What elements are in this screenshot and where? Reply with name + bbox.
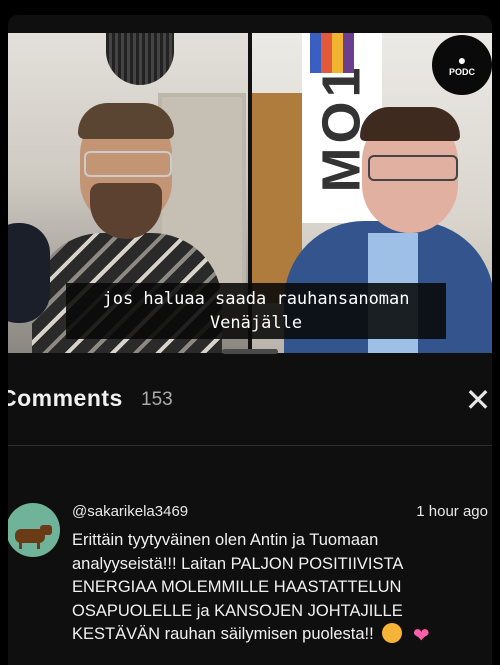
ceiling-lamp xyxy=(106,33,174,85)
app-frame: MO1 ● PODC jos haluaa saada rauhansanoma… xyxy=(8,15,492,665)
host-hair xyxy=(360,107,460,141)
comment-author[interactable]: @sakarikela3469 xyxy=(72,503,188,520)
comment-time: 1 hour ago xyxy=(416,503,488,520)
comment-text-block: Erittäin tyytyväinen olen Antin ja Tuoma… xyxy=(72,529,486,649)
divider xyxy=(8,445,492,446)
growing-heart-icon: ❤ xyxy=(412,625,430,647)
podcast-logo: ● PODC xyxy=(432,35,492,95)
avatar[interactable] xyxy=(8,503,60,557)
podcast-icon: ● xyxy=(457,52,467,68)
wall-sign-colors xyxy=(310,33,354,73)
podcast-label: PODC xyxy=(448,67,475,77)
video-player[interactable]: MO1 ● PODC jos haluaa saada rauhansanoma… xyxy=(8,33,492,353)
close-icon: ✕ xyxy=(464,382,492,418)
comments-count: 153 xyxy=(141,389,173,410)
comments-header: Comments 153 ✕ xyxy=(8,384,492,425)
microphone xyxy=(8,223,50,323)
comments-title: Comments xyxy=(8,385,123,411)
sheet-drag-handle[interactable] xyxy=(222,349,278,354)
subtitle-line-2: Venäjälle xyxy=(209,313,303,333)
video-subtitle: jos haluaa saada rauhansanoman Venäjälle xyxy=(66,283,446,339)
smiling-face-with-hearts-icon xyxy=(382,623,403,643)
guest-hair xyxy=(78,103,174,139)
comment-text: Erittäin tyytyväinen olen Antin ja Tuoma… xyxy=(72,531,403,643)
close-button[interactable]: ✕ xyxy=(464,384,492,416)
host-glasses xyxy=(368,155,458,181)
guest-glasses xyxy=(84,151,172,177)
subtitle-line-1: jos haluaa saada rauhansanoman xyxy=(102,289,410,309)
guest-beard xyxy=(90,183,162,239)
comment-item: @sakarikela3469 1 hour ago Erittäin tyyt… xyxy=(8,491,492,665)
